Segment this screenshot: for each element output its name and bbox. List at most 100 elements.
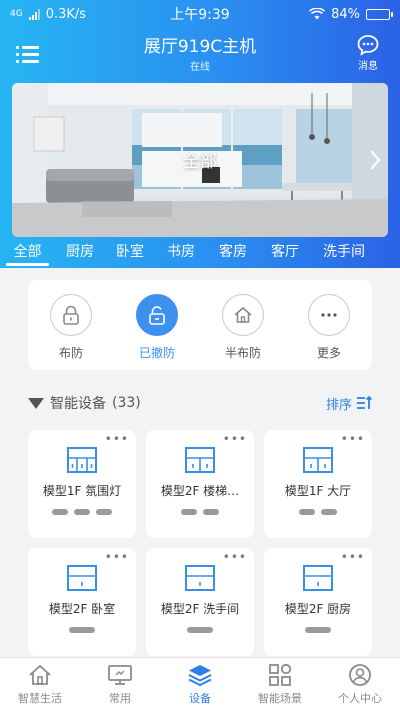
device-name: 模型1F 大厅 (284, 484, 352, 498)
tab-restroom[interactable]: 洗手间 (311, 240, 377, 266)
nav-label: 设备 (189, 692, 211, 705)
menu-icon[interactable] (16, 44, 40, 64)
device-switches (28, 627, 136, 633)
nav-label: 智能场景 (258, 692, 302, 705)
device-switches (28, 509, 136, 515)
arm-button[interactable]: 布防 (28, 280, 114, 370)
network-speed: 0.3K/s (45, 6, 87, 22)
tab-bedroom[interactable]: 卧室 (105, 240, 155, 266)
nav-profile[interactable]: 个人中心 (320, 658, 400, 711)
wall-switch-icon (303, 565, 333, 591)
home-icon (29, 664, 51, 685)
more-button[interactable]: 更多 (286, 280, 372, 370)
user-icon (349, 664, 371, 686)
layers-icon (188, 665, 212, 687)
switch-toggle[interactable] (52, 509, 68, 515)
device-name: 模型2F 洗手间 (160, 602, 240, 616)
nav-devices[interactable]: 设备 (160, 658, 240, 711)
home-icon (234, 306, 252, 323)
tab-guestroom[interactable]: 客房 (207, 240, 259, 266)
signal-icon (28, 8, 40, 20)
nav-smart-life[interactable]: 智慧生活 (0, 658, 80, 711)
wall-switch-icon (67, 447, 97, 473)
tab-living-room[interactable]: 客厅 (259, 240, 311, 266)
wall-switch-icon (67, 565, 97, 591)
room-banner[interactable]: 全部 (12, 83, 388, 237)
nav-label: 智慧生活 (18, 692, 62, 705)
collapse-triangle-icon[interactable] (28, 397, 44, 409)
switch-toggle[interactable] (96, 509, 112, 515)
device-card[interactable]: ••• 模型2F 洗手间 (146, 548, 254, 656)
tab-kitchen[interactable]: 厨房 (55, 240, 105, 266)
disarmed-label: 已撤防 (138, 346, 175, 360)
room-tabs: 全部 厨房 卧室 书房 客房 客厅 洗手间 (0, 240, 400, 266)
partial-arm-label: 半布防 (224, 346, 261, 360)
battery-percent: 84% (331, 6, 360, 22)
sort-icon (357, 396, 372, 409)
partial-arm-button[interactable]: 半布防 (200, 280, 286, 370)
wall-switch-icon (303, 447, 333, 473)
device-name: 模型2F 厨房 (284, 602, 352, 616)
tab-study[interactable]: 书房 (155, 240, 207, 266)
device-card[interactable]: ••• 模型2F 厨房 (264, 548, 372, 656)
more-options-icon[interactable]: ••• (223, 551, 247, 563)
message-icon (357, 35, 379, 56)
sort-label: 排序 (325, 397, 352, 413)
page-title: 展厅919C主机 (143, 37, 257, 57)
grid-icon (269, 663, 292, 686)
nav-label: 个人中心 (338, 692, 382, 705)
device-card[interactable]: ••• 模型2F 卧室 (28, 548, 136, 656)
more-options-icon[interactable]: ••• (105, 551, 129, 563)
switch-toggle[interactable] (305, 627, 331, 633)
device-switches (264, 509, 372, 515)
tab-all[interactable]: 全部 (0, 240, 55, 266)
device-switches (146, 627, 254, 633)
battery-icon (366, 8, 393, 20)
banner-title: 全部 (183, 152, 217, 172)
switch-toggle[interactable] (321, 509, 337, 515)
disarmed-button[interactable]: 已撤防 (114, 280, 200, 370)
message-label: 消息 (358, 61, 378, 72)
wifi-icon (309, 8, 326, 20)
switch-toggle[interactable] (187, 627, 213, 633)
devices-count: (33) (112, 395, 141, 411)
online-status: 在线 (190, 62, 210, 73)
nav-label: 常用 (109, 692, 131, 705)
device-name: 模型1F 氛围灯 (42, 484, 122, 498)
more-options-icon[interactable]: ••• (223, 433, 247, 445)
more-options-icon[interactable]: ••• (341, 433, 365, 445)
device-grid: ••• 模型1F 氛围灯 ••• 模型2F 楼梯… ••• 模型1F 大厅 ••… (28, 430, 372, 656)
lock-icon (63, 305, 79, 325)
device-name: 模型2F 楼梯… (160, 484, 240, 498)
message-button[interactable]: 消息 (348, 34, 388, 72)
sort-button[interactable]: 排序 (326, 394, 372, 413)
nav-smart-scenes[interactable]: 智能场景 (240, 658, 320, 711)
device-switches (146, 509, 254, 515)
device-card[interactable]: ••• 模型1F 氛围灯 (28, 430, 136, 538)
security-panel: 布防 已撤防 半布防 更多 (28, 280, 372, 370)
clock: 上午9:39 (170, 7, 230, 23)
monitor-icon (108, 665, 132, 685)
app-header: 4G 0.3K/s 上午9:39 84% 展厅919C主机 在线 消息 全部 全… (0, 0, 400, 268)
device-card[interactable]: ••• 模型1F 大厅 (264, 430, 372, 538)
device-card[interactable]: ••• 模型2F 楼梯… (146, 430, 254, 538)
switch-toggle[interactable] (203, 509, 219, 515)
wall-switch-icon (185, 447, 215, 473)
wall-switch-icon (185, 565, 215, 591)
switch-toggle[interactable] (299, 509, 315, 515)
more-label: 更多 (316, 346, 341, 360)
device-switches (264, 627, 372, 633)
bottom-nav: 智慧生活 常用 设备 智能场景 个人中心 (0, 657, 400, 711)
more-options-icon[interactable]: ••• (341, 551, 365, 563)
switch-toggle[interactable] (69, 627, 95, 633)
nav-frequent[interactable]: 常用 (80, 658, 160, 711)
status-bar: 4G 0.3K/s 上午9:39 84% (0, 0, 400, 28)
arm-label: 布防 (58, 346, 83, 360)
switch-toggle[interactable] (181, 509, 197, 515)
switch-toggle[interactable] (74, 509, 90, 515)
devices-title: 智能设备 (50, 396, 106, 412)
network-type: 4G (10, 8, 23, 19)
chevron-right-icon[interactable] (368, 149, 382, 171)
more-options-icon[interactable]: ••• (105, 433, 129, 445)
devices-header: 智能设备 (33) 排序 (28, 392, 372, 414)
